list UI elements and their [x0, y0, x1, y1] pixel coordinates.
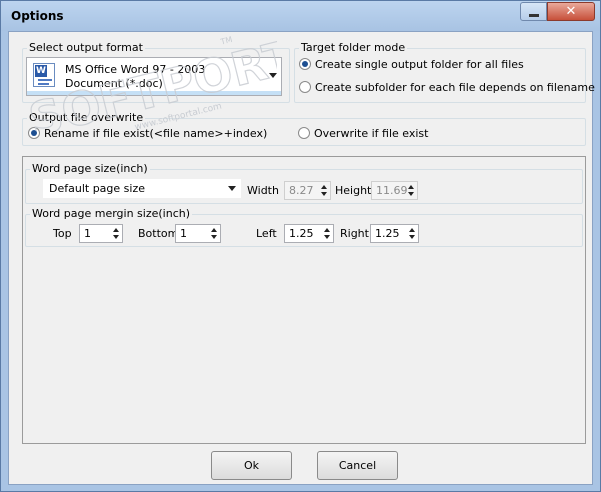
- spin-down-icon[interactable]: [409, 235, 415, 239]
- bottom-margin-stepper[interactable]: 1: [175, 224, 221, 243]
- page-size-label: Word page size(inch): [30, 162, 150, 176]
- spin-down-icon[interactable]: [321, 192, 327, 196]
- radio-label: Overwrite if file exist: [314, 127, 429, 140]
- radio-overwrite[interactable]: Overwrite if file exist: [298, 127, 428, 141]
- options-dialog: Options ✕ Select output format W MS Offi…: [0, 0, 601, 492]
- page-size-select[interactable]: Default page size: [43, 179, 241, 198]
- output-format-select[interactable]: W MS Office Word 97 - 2003 Document (*.d…: [26, 57, 282, 96]
- radio-label: Rename if file exist(<file name>+index): [44, 127, 268, 140]
- page-size-value: Default page size: [49, 182, 145, 195]
- height-stepper[interactable]: 11.69: [371, 181, 418, 200]
- spin-up-icon[interactable]: [321, 185, 327, 189]
- left-margin-label: Left: [256, 227, 277, 240]
- output-format-label: Select output format: [27, 41, 145, 55]
- right-margin-label: Right: [340, 227, 369, 240]
- radio-label: Create single output folder for all file…: [315, 58, 524, 71]
- right-margin-stepper[interactable]: 1.25: [370, 224, 419, 243]
- close-button[interactable]: ✕: [547, 2, 595, 21]
- height-label: Height: [335, 184, 372, 197]
- margin-label: Word page mergin size(inch): [30, 207, 193, 221]
- radio-button[interactable]: [299, 58, 311, 70]
- top-margin-label: Top: [53, 227, 72, 240]
- spin-down-icon[interactable]: [113, 235, 119, 239]
- radio-subfolder[interactable]: Create subfolder for each file depends o…: [299, 81, 595, 95]
- title-bar[interactable]: Options ✕: [1, 1, 600, 31]
- chevron-down-icon[interactable]: [228, 186, 236, 191]
- chevron-down-icon[interactable]: [269, 73, 277, 78]
- spin-up-icon[interactable]: [211, 228, 217, 232]
- spin-up-icon[interactable]: [324, 228, 330, 232]
- minimize-icon: [529, 14, 539, 17]
- spin-up-icon[interactable]: [409, 228, 415, 232]
- bottom-margin-label: Bottom: [138, 227, 179, 240]
- spin-down-icon[interactable]: [211, 235, 217, 239]
- radio-button[interactable]: [28, 127, 40, 139]
- radio-button[interactable]: [298, 127, 310, 139]
- spin-up-icon[interactable]: [408, 185, 414, 189]
- top-margin-value: 1: [84, 227, 91, 240]
- target-folder-label: Target folder mode: [299, 41, 408, 55]
- output-format-value: MS Office Word 97 - 2003 Document (*.doc…: [65, 63, 206, 90]
- overwrite-label: Output file overwrite: [27, 111, 146, 125]
- spin-down-icon[interactable]: [324, 235, 330, 239]
- bottom-margin-value: 1: [180, 227, 187, 240]
- right-margin-value: 1.25: [375, 227, 400, 240]
- word-doc-icon: W: [33, 63, 55, 87]
- minimize-button[interactable]: [520, 2, 547, 21]
- spin-down-icon[interactable]: [408, 192, 414, 196]
- ok-button[interactable]: Ok: [211, 451, 292, 480]
- width-label: Width: [247, 184, 279, 197]
- left-margin-value: 1.25: [289, 227, 314, 240]
- radio-button[interactable]: [299, 81, 311, 93]
- radio-label: Create subfolder for each file depends o…: [315, 81, 595, 94]
- height-value: 11.69: [376, 184, 408, 197]
- spin-up-icon[interactable]: [113, 228, 119, 232]
- radio-rename[interactable]: Rename if file exist(<file name>+index): [28, 127, 267, 141]
- width-value: 8.27: [289, 184, 314, 197]
- width-stepper[interactable]: 8.27: [284, 181, 331, 200]
- cancel-button[interactable]: Cancel: [317, 451, 398, 480]
- top-margin-stepper[interactable]: 1: [79, 224, 123, 243]
- left-margin-stepper[interactable]: 1.25: [284, 224, 334, 243]
- window-title: Options: [11, 9, 64, 23]
- radio-single-folder[interactable]: Create single output folder for all file…: [299, 58, 524, 72]
